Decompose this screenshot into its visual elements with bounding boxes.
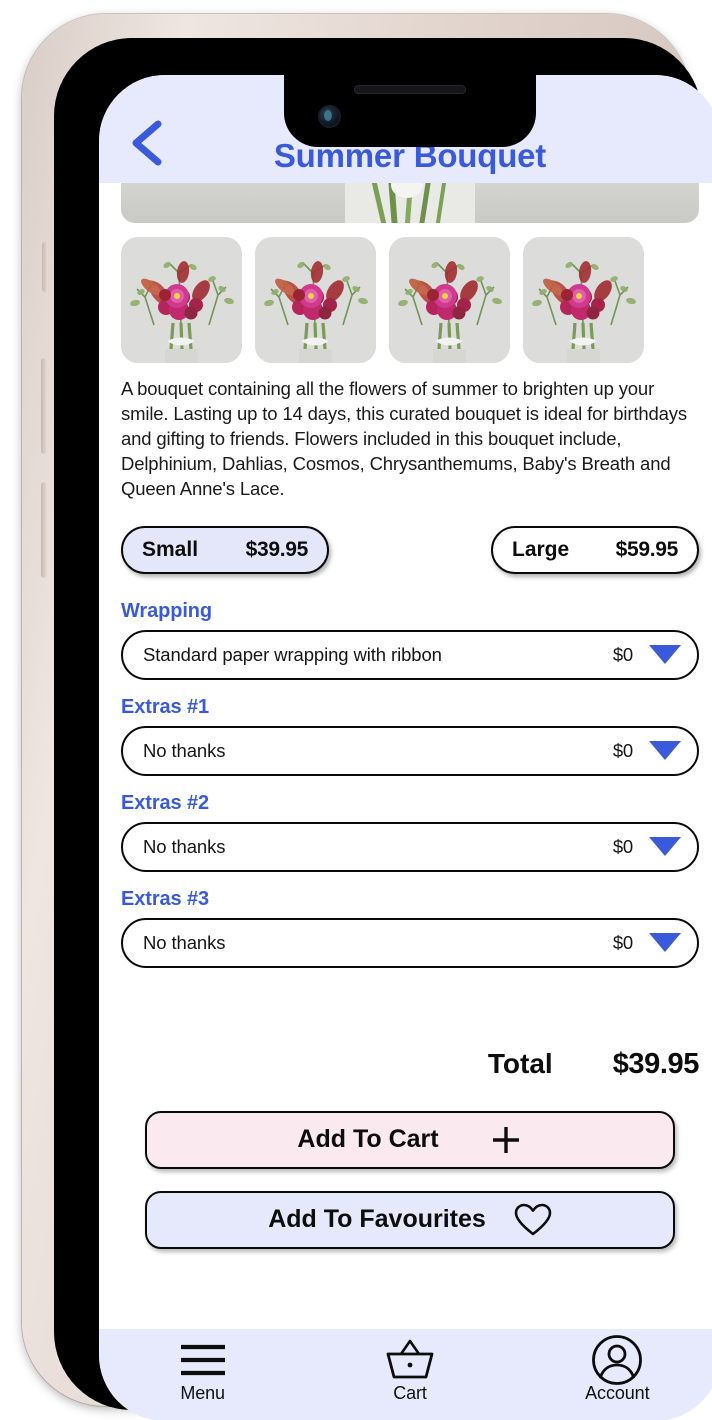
- add-to-favourites-button[interactable]: Add To Favourites: [145, 1190, 675, 1249]
- thumbnail-gallery: [99, 223, 712, 363]
- screenshot-stage: Summer Bouquet A bouquet containing all …: [0, 0, 712, 1420]
- nav-item-account-label: Account: [585, 1383, 650, 1403]
- extras-3-label: Extras #3: [121, 887, 210, 910]
- wrapping-value: Standard paper wrapping with ribbon: [143, 643, 442, 665]
- size-option-large[interactable]: Large $59.95: [491, 525, 699, 574]
- shopping-basket-icon: [382, 1339, 438, 1380]
- extras-1-value: No thanks: [143, 739, 226, 761]
- phone-frame: Summer Bouquet A bouquet containing all …: [22, 14, 712, 1420]
- user-circle-icon: [591, 1335, 643, 1385]
- extras-1-price: $0: [612, 739, 633, 761]
- thumbnail-2[interactable]: [255, 237, 376, 363]
- total-row: Total $39.95: [99, 984, 712, 1081]
- action-buttons: Add To Cart Add To Favourites: [99, 1081, 712, 1249]
- extras-2-label: Extras #2: [121, 791, 210, 814]
- product-detail-scroll[interactable]: A bouquet containing all the flowers of …: [99, 183, 712, 1357]
- option-group-extras-1: Extras #1 No thanks $0: [99, 696, 712, 776]
- front-camera-icon: [318, 105, 341, 128]
- extras-2-value: No thanks: [143, 835, 226, 857]
- bouquet-thumbnail-icon: [121, 237, 242, 363]
- hamburger-menu-icon: [178, 1340, 228, 1380]
- chevron-down-icon: [649, 837, 681, 857]
- bouquet-thumbnail-icon: [523, 237, 644, 363]
- option-group-extras-2: Extras #2 No thanks $0: [99, 792, 712, 872]
- option-group-extras-3: Extras #3 No thanks $0: [99, 888, 712, 968]
- nav-item-account[interactable]: Account: [514, 1329, 712, 1420]
- bottom-navigation: Menu Cart Account: [99, 1329, 712, 1420]
- extras-2-price: $0: [612, 835, 633, 857]
- extras-2-dropdown[interactable]: No thanks $0: [121, 821, 699, 872]
- back-button[interactable]: [121, 115, 173, 171]
- thumbnail-1[interactable]: [121, 237, 242, 363]
- nav-item-cart-label: Cart: [393, 1383, 427, 1403]
- option-group-wrapping: Wrapping Standard paper wrapping with ri…: [99, 574, 712, 680]
- size-option-large-label: Large: [512, 537, 570, 561]
- wrapping-price: $0: [612, 643, 633, 665]
- earpiece-speaker-icon: [354, 85, 466, 94]
- chevron-down-icon: [649, 741, 681, 761]
- extras-1-dropdown[interactable]: No thanks $0: [121, 725, 699, 776]
- size-option-small-price: $39.95: [245, 537, 309, 561]
- phone-screen: Summer Bouquet A bouquet containing all …: [99, 75, 712, 1420]
- chevron-down-icon: [649, 645, 681, 665]
- extras-1-label: Extras #1: [121, 695, 210, 718]
- add-to-cart-button[interactable]: Add To Cart: [145, 1110, 675, 1169]
- nav-item-menu[interactable]: Menu: [99, 1329, 306, 1420]
- thumbnail-3[interactable]: [389, 237, 510, 363]
- plus-icon: [492, 1126, 519, 1153]
- phone-bezel: Summer Bouquet A bouquet containing all …: [54, 38, 712, 1420]
- bouquet-stems-graphic: [345, 183, 475, 223]
- nav-item-menu-label: Menu: [180, 1383, 225, 1403]
- total-value: $39.95: [612, 1047, 700, 1080]
- extras-3-price: $0: [612, 931, 633, 953]
- total-label: Total: [487, 1047, 553, 1079]
- product-description: A bouquet containing all the flowers of …: [121, 378, 687, 499]
- volume-down-button[interactable]: [41, 482, 47, 578]
- bouquet-thumbnail-icon: [389, 237, 510, 363]
- size-option-large-price: $59.95: [615, 537, 679, 561]
- thumbnail-4[interactable]: [523, 237, 644, 363]
- extras-3-value: No thanks: [143, 931, 226, 953]
- extras-3-dropdown[interactable]: No thanks $0: [121, 917, 699, 968]
- size-option-small-label: Small: [142, 537, 199, 561]
- size-option-small[interactable]: Small $39.95: [121, 525, 329, 574]
- add-to-favourites-label: Add To Favourites: [268, 1205, 486, 1234]
- volume-up-button[interactable]: [41, 358, 47, 454]
- wrapping-label: Wrapping: [121, 599, 213, 622]
- size-selector: Small $39.95 Large $59.95: [99, 502, 712, 574]
- hero-product-image[interactable]: [121, 183, 699, 223]
- add-to-cart-label: Add To Cart: [297, 1125, 439, 1154]
- heart-icon: [514, 1203, 552, 1236]
- chevron-down-icon: [649, 933, 681, 953]
- bouquet-thumbnail-icon: [255, 237, 376, 363]
- nav-item-cart[interactable]: Cart: [306, 1329, 513, 1420]
- wrapping-dropdown[interactable]: Standard paper wrapping with ribbon $0: [121, 629, 699, 680]
- phone-notch: [284, 75, 536, 147]
- silent-switch-button[interactable]: [42, 242, 48, 292]
- chevron-left-icon: [132, 120, 162, 166]
